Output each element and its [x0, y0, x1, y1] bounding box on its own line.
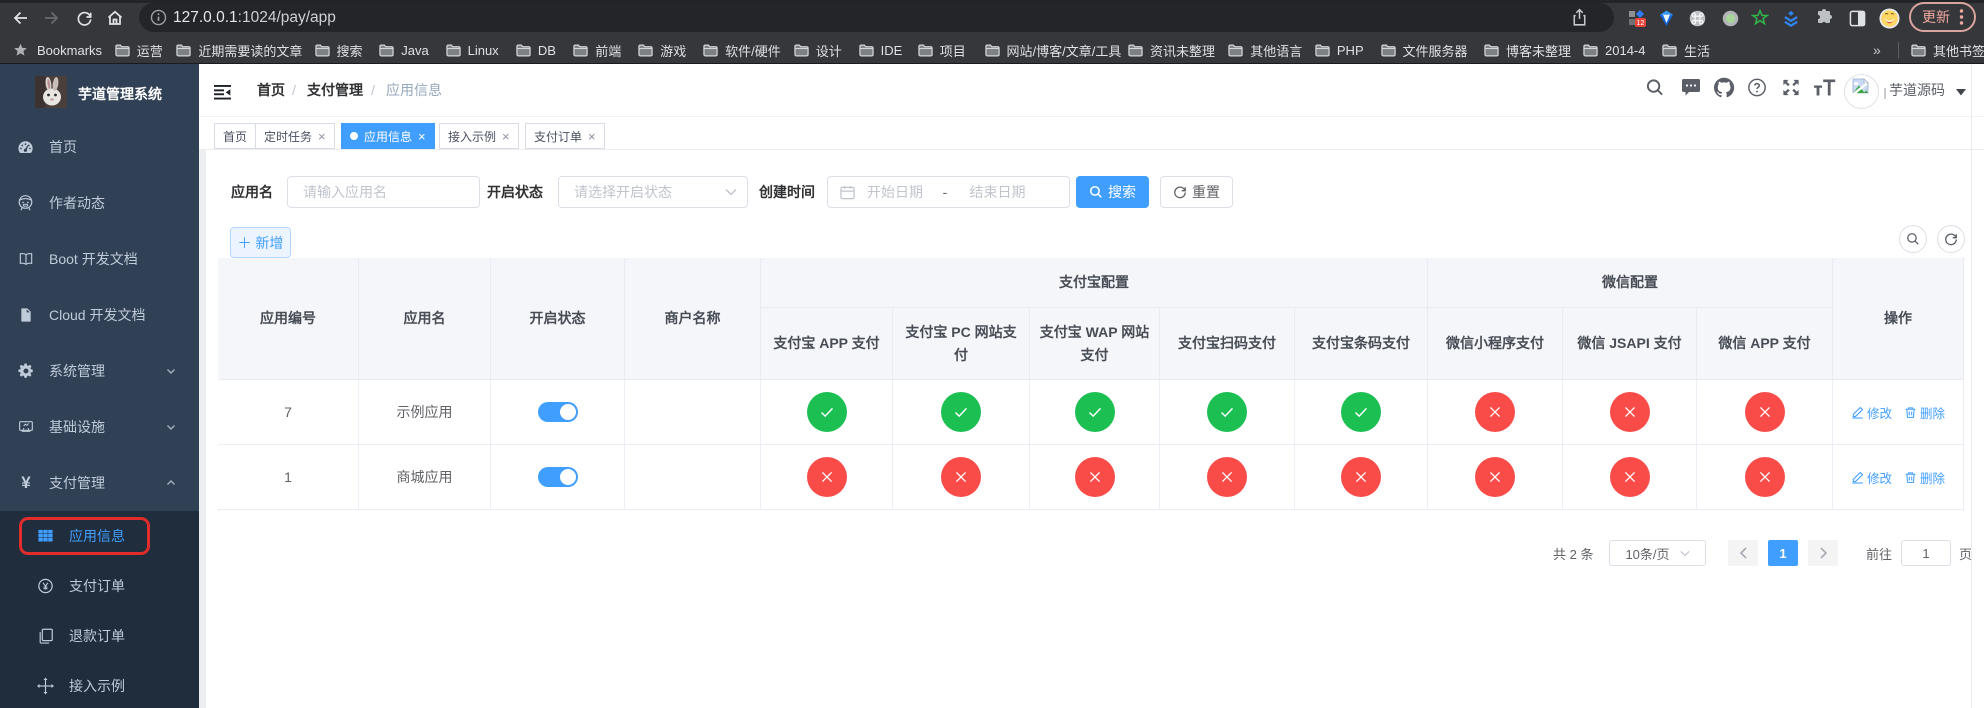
svg-text:12: 12: [1637, 20, 1645, 27]
